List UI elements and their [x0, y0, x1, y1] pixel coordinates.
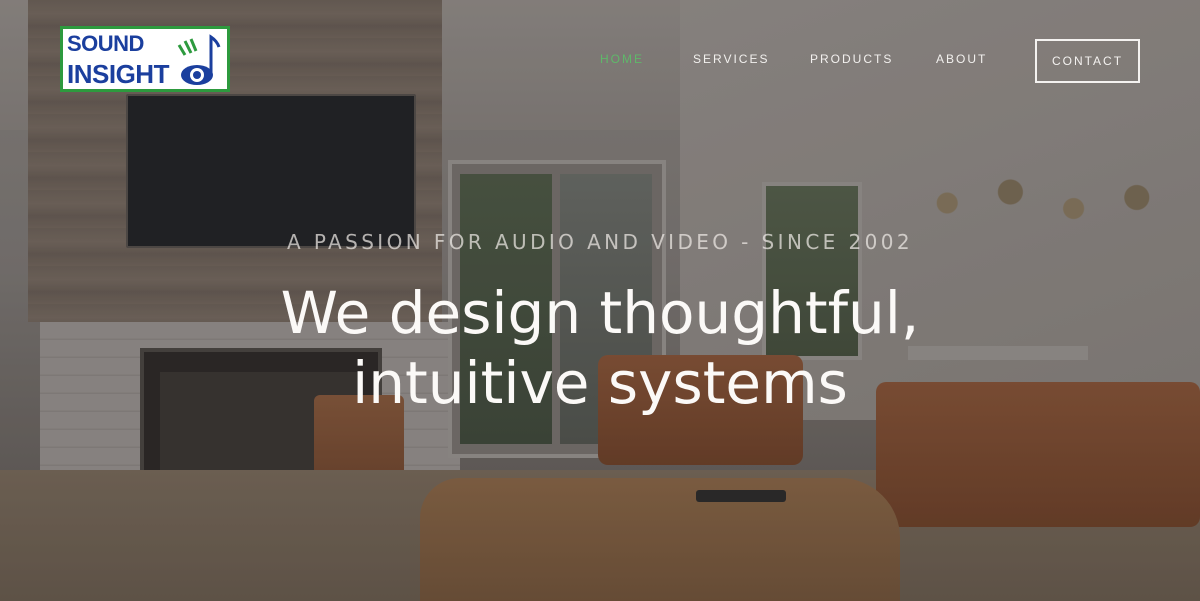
- music-note-eye-icon: [177, 34, 221, 85]
- logo-text-sound: SOUND: [67, 31, 144, 56]
- nav-services[interactable]: SERVICES: [693, 52, 769, 66]
- hero-headline-line2: intuitive systems: [352, 349, 848, 417]
- contact-button[interactable]: CONTACT: [1035, 39, 1140, 83]
- nav-products[interactable]: PRODUCTS: [810, 52, 893, 66]
- nav-home[interactable]: HOME: [600, 52, 644, 66]
- logo-link[interactable]: SOUND INSIGHT: [60, 26, 230, 92]
- hero-tagline: A PASSION FOR AUDIO AND VIDEO - SINCE 20…: [287, 230, 913, 254]
- hero-headline: We design thoughtful, intuitive systems: [0, 278, 1200, 418]
- nav-about[interactable]: ABOUT: [936, 52, 987, 66]
- hero-headline-line1: We design thoughtful,: [280, 279, 920, 347]
- logo-text-insight: INSIGHT: [67, 59, 169, 89]
